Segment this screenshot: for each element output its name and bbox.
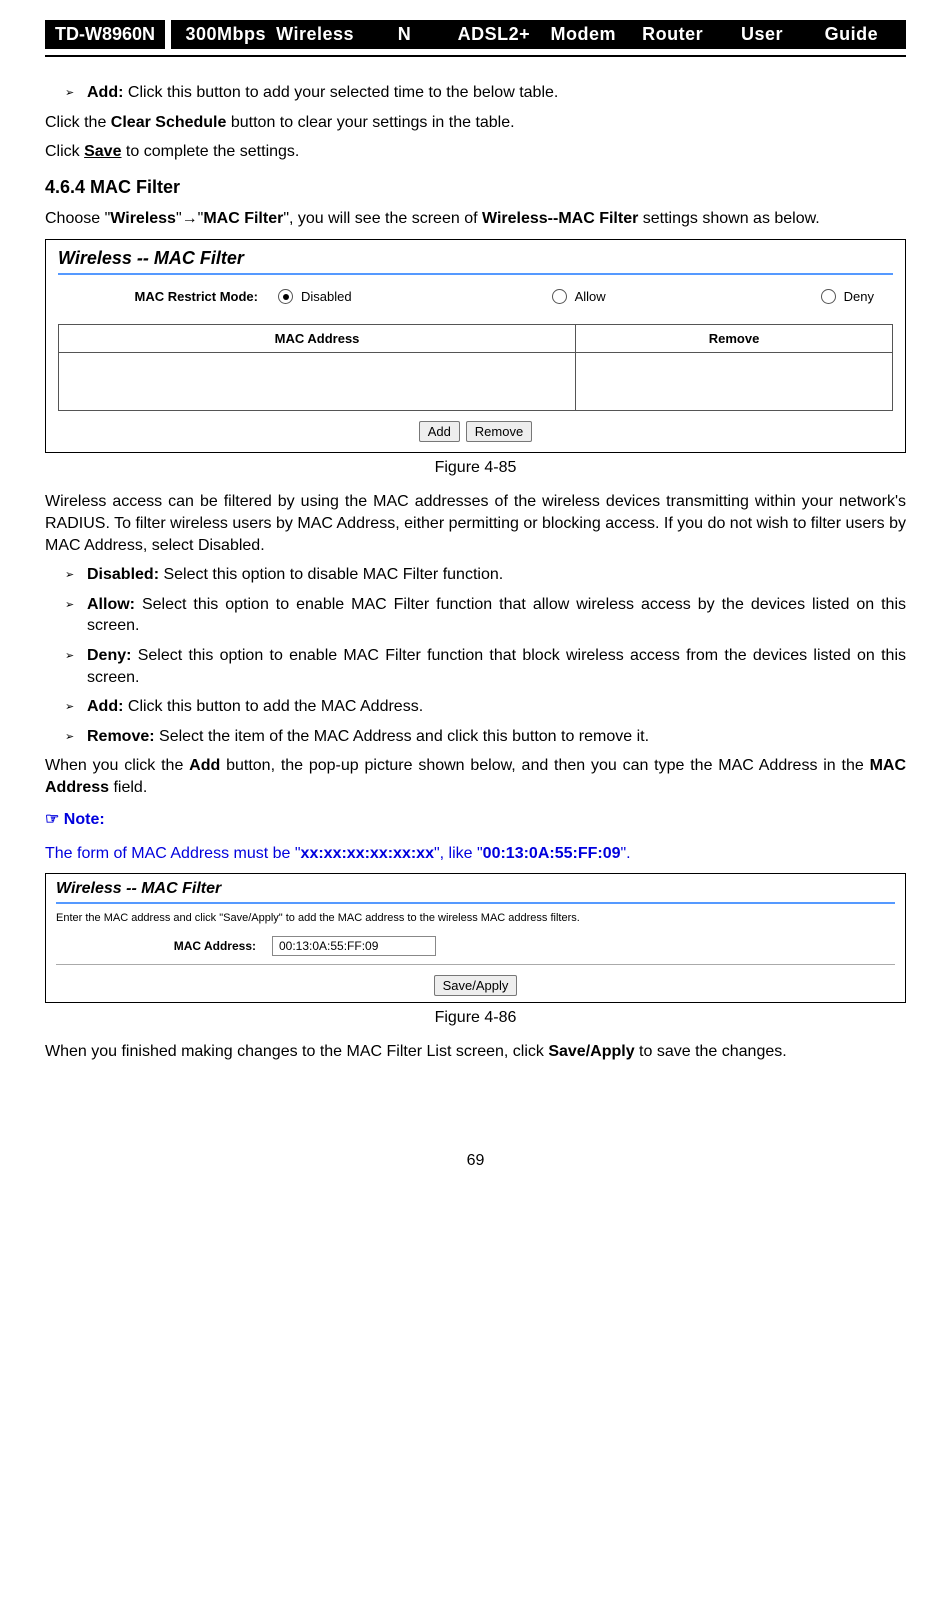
figure-caption: Figure 4-85 [45,459,906,477]
page-header: TD-W8960N 300Mbps Wireless N ADSL2+ Mode… [45,20,906,49]
radio-label: Deny [844,289,874,304]
add-button[interactable]: Add [419,421,460,442]
radio-disabled[interactable]: Disabled [278,289,352,304]
section-heading: 4.6.4 MAC Filter [45,177,906,198]
radio-deny[interactable]: Deny [821,289,874,304]
list-item: Deny: Select this option to enable MAC F… [65,645,906,688]
note-heading: ☞ Note: [45,809,906,829]
page-number: 69 [45,1152,906,1170]
divider [58,273,893,275]
list-item: Add: Click this button to add the MAC Ad… [65,696,906,718]
header-rule [45,55,906,57]
divider [56,964,895,965]
bullet-label: Add: [87,84,123,101]
bullet-text: Click this button to add your selected t… [123,84,558,101]
column-header-mac: MAC Address [59,325,576,353]
guide-title: 300Mbps Wireless N ADSL2+ Modem Router U… [171,20,906,49]
radio-icon [821,289,836,304]
paragraph: Wireless access can be filtered by using… [45,491,906,556]
list-item: Add: Click this button to add your selec… [65,82,906,104]
bullet-list-main: Disabled: Select this option to disable … [45,564,906,747]
list-item: Allow: Select this option to enable MAC … [65,594,906,637]
figure-caption: Figure 4-86 [45,1009,906,1027]
mac-address-label: MAC Address: [56,939,272,953]
paragraph: When you click the Add button, the pop-u… [45,755,906,798]
paragraph: Click Save to complete the settings. [45,141,906,163]
radio-label: Allow [575,289,606,304]
radio-icon [552,289,567,304]
list-item: Remove: Select the item of the MAC Addre… [65,726,906,748]
bullet-list-top: Add: Click this button to add your selec… [45,82,906,104]
divider [56,902,895,904]
screenshot-mac-filter-add: Wireless -- MAC Filter Enter the MAC add… [45,873,906,1003]
table-cell-empty [576,353,893,411]
paragraph: Choose "Wireless"→"MAC Filter", you will… [45,208,906,230]
paragraph: When you finished making changes to the … [45,1041,906,1063]
mode-label: MAC Restrict Mode: [58,289,278,304]
save-apply-button[interactable]: Save/Apply [434,975,518,996]
radio-allow[interactable]: Allow [552,289,606,304]
panel-title: Wireless -- MAC Filter [58,248,893,269]
remove-button[interactable]: Remove [466,421,532,442]
radio-icon [278,289,293,304]
model-badge: TD-W8960N [45,20,165,49]
note-body: The form of MAC Address must be "xx:xx:x… [45,845,906,863]
mac-table: MAC Address Remove [58,324,893,411]
panel-title: Wireless -- MAC Filter [56,880,895,898]
panel-description: Enter the MAC address and click "Save/Ap… [56,912,895,924]
paragraph: Click the Clear Schedule button to clear… [45,112,906,134]
column-header-remove: Remove [576,325,893,353]
list-item: Disabled: Select this option to disable … [65,564,906,586]
table-cell-empty [59,353,576,411]
mac-address-input[interactable] [272,936,436,956]
radio-label: Disabled [301,289,352,304]
radio-group: MAC Restrict Mode: Disabled Allow Deny [58,289,893,304]
screenshot-mac-filter-main: Wireless -- MAC Filter MAC Restrict Mode… [45,239,906,453]
